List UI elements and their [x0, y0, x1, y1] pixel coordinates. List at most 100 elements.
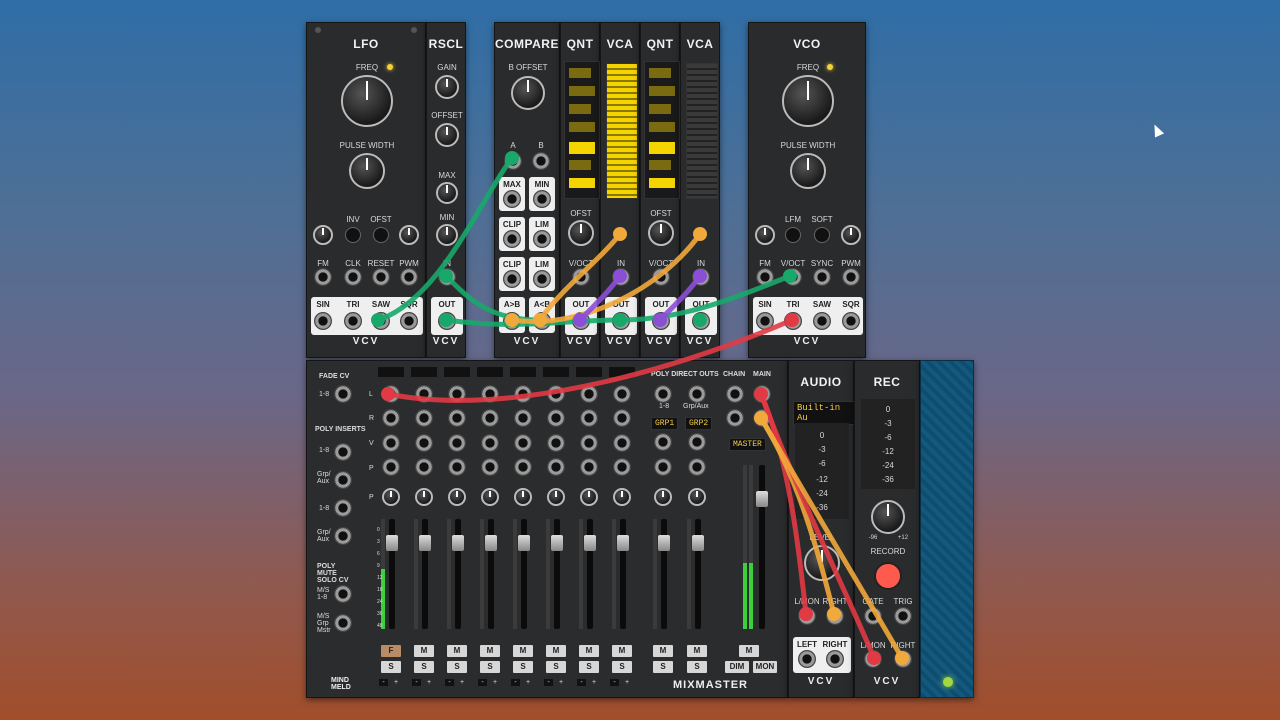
- channel-input-jack[interactable]: [481, 409, 499, 427]
- channel-pan-knob[interactable]: [415, 488, 433, 506]
- master-fader-track[interactable]: [759, 465, 765, 629]
- channel-input-jack[interactable]: [415, 409, 433, 427]
- channel-minus-label[interactable]: -: [445, 679, 454, 686]
- chain-l-jack[interactable]: [726, 385, 744, 403]
- channel-plus-label[interactable]: +: [460, 679, 464, 686]
- lfo-saw-jack[interactable]: [372, 312, 390, 330]
- lfo-tri-jack[interactable]: [344, 312, 362, 330]
- channel-input-jack[interactable]: [382, 458, 400, 476]
- channel-fader-cap[interactable]: [617, 535, 629, 551]
- vco-pw-knob[interactable]: [790, 153, 826, 189]
- channel-solo-button[interactable]: S: [546, 661, 566, 673]
- qnt1-voct-jack[interactable]: [572, 268, 590, 286]
- compare-clip-jack[interactable]: [503, 230, 521, 248]
- channel-fader-cap[interactable]: [485, 535, 497, 551]
- qnt2-voct-jack[interactable]: [652, 268, 670, 286]
- poly-ins-18-jack[interactable]: [334, 443, 352, 461]
- channel-input-jack[interactable]: [415, 458, 433, 476]
- channel-input-jack[interactable]: [448, 434, 466, 452]
- compare-a-jack[interactable]: [504, 152, 522, 170]
- channel-mute-button[interactable]: M: [480, 645, 500, 657]
- poly-ins2-grp-jack[interactable]: [334, 527, 352, 545]
- vco-voct-jack[interactable]: [784, 268, 802, 286]
- lfo-fm-jack[interactable]: [314, 268, 332, 286]
- direct-out-jack[interactable]: [654, 385, 672, 403]
- main-l-jack[interactable]: [753, 385, 771, 403]
- vco-soft-button[interactable]: [814, 227, 830, 243]
- channel-input-jack[interactable]: [613, 458, 631, 476]
- channel-input-jack[interactable]: [580, 458, 598, 476]
- rscl-offset-knob[interactable]: [435, 123, 459, 147]
- vco-lfm-button[interactable]: [785, 227, 801, 243]
- channel-plus-label[interactable]: +: [559, 679, 563, 686]
- channel-minus-label[interactable]: -: [478, 679, 487, 686]
- channel-solo-button[interactable]: S: [513, 661, 533, 673]
- audio-device-display[interactable]: Built-in Au: [793, 401, 855, 425]
- vco-fm-jack[interactable]: [756, 268, 774, 286]
- channel-pan-knob[interactable]: [580, 488, 598, 506]
- channel-mute-button[interactable]: F: [381, 645, 401, 657]
- group-input-jack[interactable]: [688, 458, 706, 476]
- channel-pan-knob[interactable]: [382, 488, 400, 506]
- channel-mute-button[interactable]: M: [513, 645, 533, 657]
- channel-fader-cap[interactable]: [386, 535, 398, 551]
- vca2-in-jack[interactable]: [692, 268, 710, 286]
- msgrp-jack[interactable]: [334, 614, 352, 632]
- channel-label-slot[interactable]: [411, 367, 437, 377]
- channel-label-slot[interactable]: [543, 367, 569, 377]
- channel-plus-label[interactable]: +: [625, 679, 629, 686]
- compare-agtb-jack[interactable]: [503, 312, 521, 330]
- compare-min-jack[interactable]: [533, 190, 551, 208]
- vca2-level-meter[interactable]: [686, 63, 718, 199]
- channel-plus-label[interactable]: +: [493, 679, 497, 686]
- channel-solo-button[interactable]: S: [480, 661, 500, 673]
- channel-minus-label[interactable]: -: [610, 679, 619, 686]
- channel-mute-button[interactable]: M: [687, 645, 707, 657]
- lfo-reset-jack[interactable]: [372, 268, 390, 286]
- master-fader-cap[interactable]: [756, 491, 768, 507]
- rscl-in-jack[interactable]: [438, 268, 456, 286]
- vco-pwm-knob[interactable]: [841, 225, 861, 245]
- audio-left-out-jack[interactable]: [798, 650, 816, 668]
- lfo-inv-button[interactable]: [345, 227, 361, 243]
- rec-trig-jack[interactable]: [894, 607, 912, 625]
- channel-label-slot[interactable]: [444, 367, 470, 377]
- compare-boffset-knob[interactable]: [511, 76, 545, 110]
- channel-solo-button[interactable]: S: [447, 661, 467, 673]
- mon-button[interactable]: MON: [753, 661, 777, 673]
- vco-sync-jack[interactable]: [813, 268, 831, 286]
- rscl-gain-knob[interactable]: [435, 75, 459, 99]
- lfo-sqr-jack[interactable]: [400, 312, 418, 330]
- compare-lim2-jack[interactable]: [533, 270, 551, 288]
- direct-out-jack[interactable]: [688, 385, 706, 403]
- channel-input-jack[interactable]: [514, 409, 532, 427]
- channel-minus-label[interactable]: -: [577, 679, 586, 686]
- channel-input-jack[interactable]: [448, 458, 466, 476]
- channel-minus-label[interactable]: -: [412, 679, 421, 686]
- channel-input-jack[interactable]: [613, 409, 631, 427]
- lfo-fm-knob[interactable]: [313, 225, 333, 245]
- qnt2-out-jack[interactable]: [652, 312, 670, 330]
- channel-input-jack[interactable]: [481, 434, 499, 452]
- lfo-pwm-knob[interactable]: [399, 225, 419, 245]
- vco-tri-jack[interactable]: [784, 312, 802, 330]
- channel-plus-label[interactable]: +: [394, 679, 398, 686]
- channel-label-slot[interactable]: [477, 367, 503, 377]
- chain-r-jack[interactable]: [726, 409, 744, 427]
- master-mute-button[interactable]: M: [739, 645, 759, 657]
- group-input-jack[interactable]: [654, 458, 672, 476]
- audio-lmon-jack[interactable]: [798, 607, 816, 625]
- lfo-sin-jack[interactable]: [314, 312, 332, 330]
- poly-ins-grp-jack[interactable]: [334, 471, 352, 489]
- channel-pan-knob[interactable]: [688, 488, 706, 506]
- channel-solo-button[interactable]: S: [579, 661, 599, 673]
- channel-minus-label[interactable]: -: [511, 679, 520, 686]
- rscl-min-knob[interactable]: [436, 224, 458, 246]
- channel-plus-label[interactable]: +: [592, 679, 596, 686]
- channel-minus-label[interactable]: -: [544, 679, 553, 686]
- group-input-jack[interactable]: [654, 433, 672, 451]
- channel-mute-button[interactable]: M: [612, 645, 632, 657]
- channel-plus-label[interactable]: +: [526, 679, 530, 686]
- channel-pan-knob[interactable]: [514, 488, 532, 506]
- channel-solo-button[interactable]: S: [653, 661, 673, 673]
